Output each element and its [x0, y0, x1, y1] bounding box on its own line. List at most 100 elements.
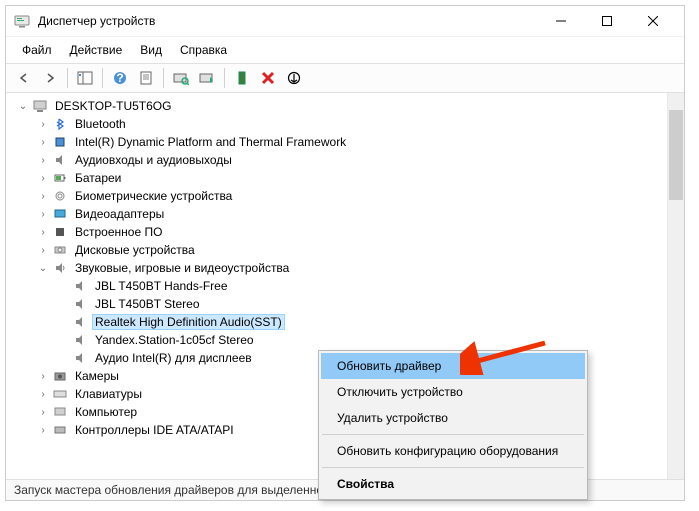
expand-arrow-icon[interactable]: › [36, 245, 50, 256]
node-label: Биометрические устройства [72, 188, 235, 204]
expand-arrow-icon[interactable]: › [36, 191, 50, 202]
scan-hardware-button[interactable] [169, 66, 193, 90]
enable-device-button[interactable] [230, 66, 254, 90]
node-label: Intel(R) Dynamic Platform and Thermal Fr… [72, 134, 349, 150]
menu-help[interactable]: Справка [172, 39, 235, 61]
node-label: Realtek High Definition Audio(SST) [92, 314, 285, 330]
fingerprint-icon [52, 188, 68, 204]
ctx-properties[interactable]: Свойства [321, 471, 585, 497]
tree-root[interactable]: ⌄ DESKTOP-TU5T6OG [8, 97, 665, 115]
tree-category-sound[interactable]: ⌄ Звуковые, игровые и видеоустройства [8, 259, 665, 277]
tree-category-batteries[interactable]: ›Батареи [8, 169, 665, 187]
expand-arrow-icon[interactable]: › [36, 137, 50, 148]
firmware-icon [52, 224, 68, 240]
expand-arrow-icon[interactable]: › [36, 209, 50, 220]
help-button[interactable]: ? [108, 66, 132, 90]
app-icon [14, 13, 30, 29]
ctx-uninstall-device[interactable]: Удалить устройство [321, 405, 585, 431]
minimize-button[interactable] [538, 6, 584, 36]
camera-icon [52, 368, 68, 384]
node-label: DESKTOP-TU5T6OG [52, 98, 174, 114]
node-label: Компьютер [72, 404, 140, 420]
toolbar-separator [67, 68, 68, 88]
node-label: Звуковые, игровые и видеоустройства [72, 260, 292, 276]
node-label: Встроенное ПО [72, 224, 165, 240]
node-label: Bluetooth [72, 116, 129, 132]
controller-icon [52, 422, 68, 438]
toolbar: ? [6, 63, 684, 93]
node-label: Видеоадаптеры [72, 206, 167, 222]
show-hide-tree-button[interactable] [73, 66, 97, 90]
context-separator [322, 467, 584, 468]
node-label: JBL T450BT Hands-Free [92, 278, 231, 294]
svg-text:?: ? [116, 71, 123, 85]
node-label: Клавиатуры [72, 386, 145, 402]
expand-arrow-icon[interactable]: › [36, 173, 50, 184]
battery-icon [52, 170, 68, 186]
update-driver-button[interactable] [195, 66, 219, 90]
forward-button[interactable] [38, 66, 62, 90]
speaker-icon [52, 152, 68, 168]
expand-arrow-icon[interactable]: › [36, 119, 50, 130]
collapse-arrow-icon[interactable]: ⌄ [36, 263, 50, 274]
tree-category-biometric[interactable]: › Биометрические устройства [8, 187, 665, 205]
expand-arrow-icon[interactable]: › [36, 155, 50, 166]
context-separator [322, 434, 584, 435]
display-adapter-icon [52, 206, 68, 222]
speaker-icon [72, 332, 88, 348]
back-button[interactable] [12, 66, 36, 90]
tree-category-intel-dptf[interactable]: › Intel(R) Dynamic Platform and Thermal F… [8, 133, 665, 151]
menu-view[interactable]: Вид [132, 39, 170, 61]
speaker-icon [72, 296, 88, 312]
tree-category-bluetooth[interactable]: › Bluetooth [8, 115, 665, 133]
tree-device-yandex[interactable]: Yandex.Station-1c05cf Stereo [8, 331, 665, 349]
expand-arrow-icon[interactable]: › [36, 425, 50, 436]
node-label: Аудиовходы и аудиовыходы [72, 152, 235, 168]
properties-button[interactable] [134, 66, 158, 90]
tree-device-jbl-stereo[interactable]: JBL T450BT Stereo [8, 295, 665, 313]
menu-file[interactable]: Файл [14, 39, 60, 61]
window-buttons [538, 6, 676, 36]
ctx-disable-device[interactable]: Отключить устройство [321, 379, 585, 405]
window-title: Диспетчер устройств [38, 14, 538, 28]
maximize-button[interactable] [584, 6, 630, 36]
disable-device-button[interactable] [282, 66, 306, 90]
expand-arrow-icon[interactable]: › [36, 389, 50, 400]
close-button[interactable] [630, 6, 676, 36]
ctx-update-driver[interactable]: Обновить драйвер [321, 353, 585, 379]
uninstall-device-button[interactable] [256, 66, 280, 90]
menu-action[interactable]: Действие [62, 39, 131, 61]
expand-arrow-icon[interactable]: › [36, 227, 50, 238]
expand-arrow-icon[interactable]: › [36, 371, 50, 382]
menubar: Файл Действие Вид Справка [6, 36, 684, 63]
speaker-icon [72, 278, 88, 294]
collapse-arrow-icon[interactable]: ⌄ [16, 101, 30, 112]
scrollbar-thumb[interactable] [669, 110, 683, 200]
bluetooth-icon [52, 116, 68, 132]
expand-arrow-icon[interactable]: › [36, 407, 50, 418]
node-label: Контроллеры IDE ATA/ATAPI [72, 422, 237, 438]
tree-category-disk[interactable]: › Дисковые устройства [8, 241, 665, 259]
chip-icon [52, 134, 68, 150]
tree-category-video[interactable]: › Видеоадаптеры [8, 205, 665, 223]
tree-category-firmware[interactable]: › Встроенное ПО [8, 223, 665, 241]
node-label: Дисковые устройства [72, 242, 198, 258]
disk-icon [52, 242, 68, 258]
vertical-scrollbar[interactable] [667, 93, 684, 479]
computer-icon [32, 98, 48, 114]
toolbar-separator [102, 68, 103, 88]
speaker-icon [72, 350, 88, 366]
ctx-scan-hardware[interactable]: Обновить конфигурацию оборудования [321, 438, 585, 464]
toolbar-separator [224, 68, 225, 88]
tree-device-realtek[interactable]: Realtek High Definition Audio(SST) [8, 313, 665, 331]
tree-device-jbl-handsfree[interactable]: JBL T450BT Hands-Free [8, 277, 665, 295]
tree-category-audio-io[interactable]: › Аудиовходы и аудиовыходы [8, 151, 665, 169]
keyboard-icon [52, 386, 68, 402]
computer-icon [52, 404, 68, 420]
speaker-icon [72, 314, 88, 330]
context-menu: Обновить драйвер Отключить устройство Уд… [318, 350, 588, 500]
titlebar: Диспетчер устройств [6, 6, 684, 36]
node-label: Аудио Intel(R) для дисплеев [92, 350, 255, 366]
node-label: Yandex.Station-1c05cf Stereo [92, 332, 257, 348]
speaker-icon [52, 260, 68, 276]
